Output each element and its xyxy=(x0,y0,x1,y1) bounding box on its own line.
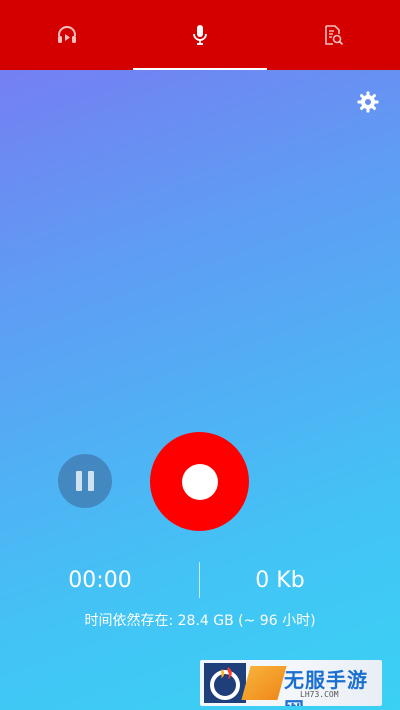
pause-icon-bar xyxy=(88,471,94,491)
watermark-logo xyxy=(204,663,246,703)
elapsed-time: 00:00 xyxy=(68,568,132,593)
watermark-text: 无服手游网 xyxy=(284,668,368,706)
active-tab-indicator xyxy=(133,68,267,70)
tab-bar xyxy=(0,0,400,70)
watermark-url: LH73.COM xyxy=(300,690,339,699)
watermark-stripe xyxy=(241,666,287,700)
record-button[interactable] xyxy=(150,432,249,531)
record-icon xyxy=(181,463,218,500)
tab-recorder[interactable] xyxy=(133,0,267,70)
storage-remaining: 时间依然存在: 28.4 GB (~ 96 小时) xyxy=(84,613,316,629)
pause-icon xyxy=(76,471,82,491)
microphone-icon xyxy=(193,25,207,45)
pause-button[interactable] xyxy=(58,454,112,508)
gear-icon xyxy=(357,91,379,113)
recorder-screen: 00:00 0 Kb 时间依然存在: 28.4 GB (~ 96 小时) 无服手… xyxy=(0,0,400,710)
headphones-play-icon xyxy=(57,26,76,43)
watermark-banner: 无服手游网 LH73.COM xyxy=(200,660,382,706)
file-size: 0 Kb xyxy=(255,568,305,593)
file-search-icon xyxy=(325,25,344,46)
settings-button[interactable] xyxy=(356,90,380,114)
tab-player[interactable] xyxy=(0,0,133,70)
recording-stats: 00:00 0 Kb xyxy=(0,562,400,598)
tab-files[interactable] xyxy=(267,0,400,70)
